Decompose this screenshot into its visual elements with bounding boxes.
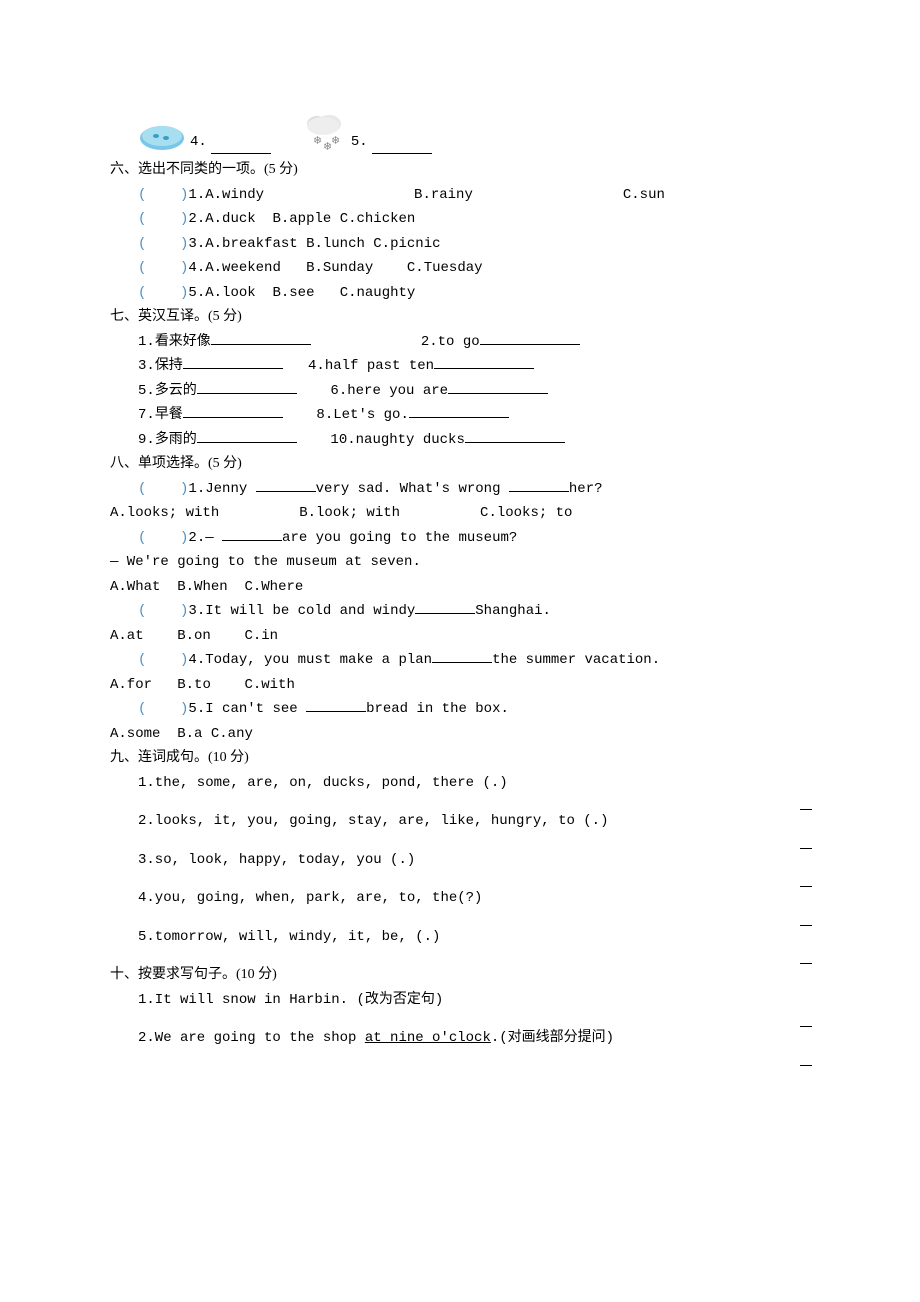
q6-4: ( )4.A.weekend B.Sunday C.Tuesday — [110, 256, 810, 281]
q9-4: 4.you, going, when, park, are, to, the(?… — [110, 886, 810, 911]
q7-1: 1.看来好像2.to go — [110, 330, 810, 355]
section-9-title: 九、连词成句。(10 分) — [110, 746, 810, 771]
blank[interactable] — [434, 354, 534, 369]
q7-3: 5.多云的 6.here you are — [110, 379, 810, 404]
q7-4: 7.早餐 8.Let's go. — [110, 403, 810, 428]
q6-1: ( )1.A.windyB.rainyC.sun — [110, 183, 810, 208]
image-4-num: 4. — [190, 130, 207, 155]
q9-2: 2.looks, it, you, going, stay, are, like… — [110, 809, 810, 834]
underlined-text: at nine o'clock — [365, 1030, 491, 1046]
blank[interactable] — [197, 428, 297, 443]
image-5-num: 5. — [351, 130, 368, 155]
answer-bracket[interactable]: ( ) — [138, 481, 188, 497]
q8-3-opts: A.at B.on C.in — [110, 624, 810, 649]
q8-5-opts: A.some B.a C.any — [110, 722, 810, 747]
blank[interactable] — [509, 477, 569, 492]
blank[interactable] — [197, 379, 297, 394]
section-6-title: 六、选出不同类的一项。(5 分) — [110, 158, 810, 183]
q9-1: 1.the, some, are, on, ducks, pond, there… — [110, 771, 810, 796]
q6-3: ( )3.A.breakfast B.lunch C.picnic — [110, 232, 810, 257]
q8-2: ( )2.— are you going to the museum? — [110, 526, 810, 551]
section-8-title: 八、单项选择。(5 分) — [110, 452, 810, 477]
blank[interactable] — [256, 477, 316, 492]
q10-1: 1.It will snow in Harbin. (改为否定句) — [110, 988, 810, 1013]
answer-bracket[interactable]: ( ) — [138, 701, 188, 717]
blank-img4 — [211, 139, 271, 154]
q8-4-opts: A.for B.to C.with — [110, 673, 810, 698]
answer-bracket[interactable]: ( ) — [138, 603, 188, 619]
q8-4: ( )4.Today, you must make a planthe summ… — [110, 648, 810, 673]
blank[interactable] — [480, 330, 580, 345]
section-10-title: 十、按要求写句子。(10 分) — [110, 963, 810, 988]
blank[interactable] — [409, 403, 509, 418]
blank[interactable] — [465, 428, 565, 443]
answer-bracket[interactable]: ( ) — [138, 211, 188, 227]
snow-cloud-icon: ❄ ❄ ❄ — [299, 110, 347, 154]
answer-bracket[interactable]: ( ) — [138, 236, 188, 252]
section-7-title: 七、英汉互译。(5 分) — [110, 305, 810, 330]
blank[interactable] — [306, 697, 366, 712]
blank-img5 — [372, 139, 432, 154]
q9-3: 3.so, look, happy, today, you (.) — [110, 848, 810, 873]
q6-5: ( )5.A.look B.see C.naughty — [110, 281, 810, 306]
svg-text:❄: ❄ — [331, 135, 340, 147]
q7-5: 9.多雨的 10.naughty ducks — [110, 428, 810, 453]
blank[interactable] — [211, 330, 311, 345]
q8-3: ( )3.It will be cold and windyShanghai. — [110, 599, 810, 624]
blank[interactable] — [222, 526, 282, 541]
picture-row: 4. ❄ ❄ ❄ 5. — [110, 110, 810, 154]
q8-1-opts: A.looks; withB.look; withC.looks; to — [110, 501, 810, 526]
q6-2: ( )2.A.duck B.apple C.chicken — [110, 207, 810, 232]
svg-text:❄: ❄ — [313, 135, 322, 147]
blank[interactable] — [432, 648, 492, 663]
blank[interactable] — [183, 403, 283, 418]
q9-5: 5.tomorrow, will, windy, it, be, (.) — [110, 925, 810, 950]
q10-2: 2.We are going to the shop at nine o'clo… — [110, 1026, 810, 1051]
blank[interactable] — [183, 354, 283, 369]
answer-bracket[interactable]: ( ) — [138, 260, 188, 276]
q8-2-opts: A.What B.When C.Where — [110, 575, 810, 600]
q7-2: 3.保持 4.half past ten — [110, 354, 810, 379]
q8-2-line2: — We're going to the museum at seven. — [110, 550, 810, 575]
q8-5: ( )5.I can't see bread in the box. — [110, 697, 810, 722]
answer-bracket[interactable]: ( ) — [138, 285, 188, 301]
answer-bracket[interactable]: ( ) — [138, 652, 188, 668]
answer-bracket[interactable]: ( ) — [138, 187, 188, 203]
blank[interactable] — [448, 379, 548, 394]
blank[interactable] — [415, 599, 475, 614]
answer-bracket[interactable]: ( ) — [138, 530, 188, 546]
rain-icon — [138, 110, 186, 154]
q8-1: ( )1.Jenny very sad. What's wrong her? — [110, 477, 810, 502]
